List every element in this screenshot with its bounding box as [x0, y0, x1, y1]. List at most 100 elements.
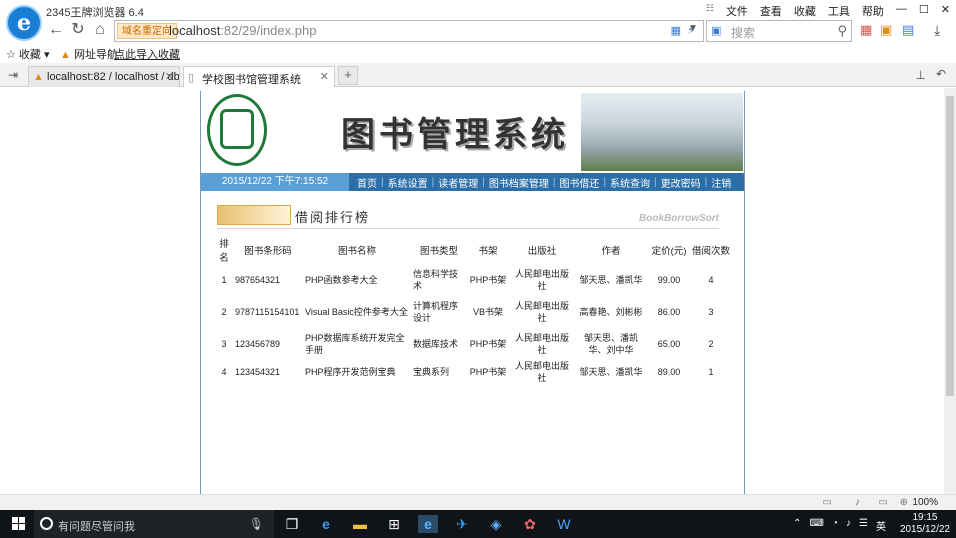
- site-nav-links: 首页 | 系统设置 | 读者管理 | 图书档案管理 | 图书借还 | 系统查询 | 更改密码…: [357, 175, 732, 190]
- browser-2345-icon[interactable]: e: [418, 515, 438, 533]
- tab-phpmyadmin[interactable]: ▲ localhost:82 / localhost / db ✕: [28, 66, 180, 87]
- cell-barcode: 987654321: [235, 275, 281, 285]
- sidebar-toggle-icon[interactable]: ⇥: [8, 68, 18, 82]
- new-tab-button[interactable]: +: [338, 66, 358, 85]
- download-icon[interactable]: ⤓: [934, 22, 940, 39]
- qr-icon[interactable]: ▦: [671, 24, 681, 37]
- cell-shelf: PHP书架: [469, 339, 507, 349]
- menu-view[interactable]: 查看: [760, 3, 782, 19]
- tab-list-icon[interactable]: ⊥: [916, 68, 926, 82]
- tab-strip: ⇥ ▲ localhost:82 / localhost / db ✕ ▯ 学校图…: [0, 63, 956, 87]
- menu-file[interactable]: 文件: [726, 3, 748, 19]
- store-icon[interactable]: ⊞: [384, 515, 404, 533]
- file-explorer-icon[interactable]: ▬: [350, 515, 370, 533]
- camera-icon[interactable]: ▭: [823, 497, 832, 508]
- cell-book-type: 数据库技术: [413, 339, 459, 349]
- zoom-in-icon[interactable]: ⊕: [900, 497, 908, 508]
- site-frame: 图书管理系统 2015/12/22 下午7:15:52 首页 | 系统设置 | 读者…: [200, 91, 745, 494]
- skin-icon[interactable]: ☷: [706, 3, 714, 19]
- maximize-icon[interactable]: ☐: [919, 3, 929, 19]
- cell-book-name: PHP数据库系统开发完全手册: [305, 333, 405, 355]
- tray-ime-icon[interactable]: ⌨: [810, 518, 824, 533]
- cortana-placeholder[interactable]: 有问题尽管问我: [58, 518, 135, 534]
- nav-system-query[interactable]: 系统查询: [610, 175, 650, 190]
- address-bar[interactable]: 域名重定向 localhost:82/29/index.php ▦ ⚡: [114, 20, 704, 42]
- clock-time: 19:15: [912, 512, 938, 523]
- search-box[interactable]: ▣ 搜索 ⚲: [706, 20, 852, 42]
- edge-icon[interactable]: e: [316, 515, 336, 533]
- network-icon[interactable]: ◔: [832, 518, 838, 533]
- cell-book-type: 信息科学技术: [413, 269, 459, 291]
- nav-logout[interactable]: 注销: [711, 175, 731, 190]
- system-tray: ⌃ ⌨ ◔ ♪ ☰ 英: [793, 518, 886, 533]
- notification-icon[interactable]: ☰: [859, 518, 868, 533]
- screenshot-icon[interactable]: ▣: [880, 22, 892, 38]
- address-url[interactable]: localhost:82/29/index.php: [169, 23, 316, 38]
- nav-reader-management[interactable]: 读者管理: [438, 175, 478, 190]
- tray-chevron-icon[interactable]: ⌃: [793, 518, 801, 533]
- volume-icon[interactable]: ♪: [846, 518, 851, 533]
- current-datetime: 2015/12/22 下午7:15:52: [201, 173, 349, 191]
- search-input[interactable]: 搜索: [731, 24, 755, 41]
- windows-start-icon[interactable]: [12, 517, 25, 530]
- col-publisher: 出版社: [527, 246, 557, 257]
- minimize-icon[interactable]: —: [896, 3, 907, 19]
- close-icon[interactable]: ✕: [941, 3, 950, 19]
- nav-system-settings[interactable]: 系统设置: [388, 175, 428, 190]
- wps-icon[interactable]: W: [554, 515, 574, 533]
- cortana-search[interactable]: 有问题尽管问我 🎙: [34, 510, 274, 538]
- scroll-thumb[interactable]: [946, 96, 954, 396]
- banner-title: 图书管理系统: [341, 115, 569, 155]
- menu-help[interactable]: 帮助: [862, 3, 884, 19]
- zoom-level[interactable]: 100%: [912, 497, 938, 508]
- tab-close-icon[interactable]: ✕: [165, 70, 174, 83]
- table-row: 2 9787115154101 Visual Basic控件参考大全 计算机程序…: [215, 296, 731, 328]
- col-borrow-count: 借阅次数: [691, 246, 730, 257]
- tab-library[interactable]: ▯ 学校图书馆管理系统 ✕: [183, 66, 335, 87]
- tab-close-icon[interactable]: ✕: [320, 70, 329, 83]
- nav-borrow-return[interactable]: 图书借还: [559, 175, 599, 190]
- redirect-badge[interactable]: 域名重定向: [117, 23, 177, 39]
- cell-book-name: PHP程序开发范例宝典: [305, 367, 396, 377]
- search-icon[interactable]: ⚲: [837, 23, 847, 39]
- cell-publisher: 人民邮电出版社: [514, 333, 569, 355]
- cell-price: 89.00: [657, 367, 681, 377]
- site-navbar: 2015/12/22 下午7:15:52 首页 | 系统设置 | 读者管理 | 图书档…: [201, 173, 744, 191]
- vertical-scrollbar[interactable]: [944, 88, 956, 494]
- search-engine-icon[interactable]: ▣: [711, 24, 721, 37]
- cell-rank: 3: [221, 339, 227, 349]
- undo-close-icon[interactable]: ↶: [936, 67, 946, 81]
- menu-favorites[interactable]: 收藏: [794, 3, 816, 19]
- refresh-icon[interactable]: ↻: [68, 20, 88, 40]
- home-icon[interactable]: ⌂: [90, 20, 110, 40]
- cell-shelf: VB书架: [472, 307, 503, 317]
- back-icon[interactable]: ←: [46, 20, 66, 40]
- microphone-icon[interactable]: 🎙: [249, 517, 264, 531]
- nav-icon: ▲: [60, 49, 71, 61]
- nav-book-archive[interactable]: 图书档案管理: [489, 175, 549, 190]
- tool-icon[interactable]: ✿: [520, 515, 540, 533]
- dropdown-icon[interactable]: ▼: [688, 23, 698, 34]
- tools-icon[interactable]: ▤: [902, 22, 914, 38]
- ime-indicator[interactable]: 英: [876, 518, 886, 533]
- table-header-row: 排名 图书条形码 图书名称 图书类型 书架 出版社 作者 定价(元) 借阅次数: [215, 236, 731, 264]
- feiq-icon[interactable]: ✈: [452, 515, 472, 533]
- app-icon[interactable]: ◈: [486, 515, 506, 533]
- window-mode-icon[interactable]: ▭: [879, 497, 888, 508]
- nav-home[interactable]: 首页: [357, 175, 377, 190]
- nav-change-password[interactable]: 更改密码: [661, 175, 701, 190]
- bookmark-import[interactable]: 点此导入收藏: [114, 46, 180, 62]
- cell-publisher: 人民邮电出版社: [514, 361, 569, 383]
- cell-rank: 4: [221, 367, 227, 377]
- university-seal-icon: [207, 94, 267, 166]
- page-viewport: 图书管理系统 2015/12/22 下午7:15:52 首页 | 系统设置 | 读者…: [0, 88, 944, 494]
- bookmark-nav[interactable]: ▲ 网址导航: [60, 46, 118, 62]
- cell-barcode: 123456789: [235, 339, 281, 349]
- task-view-icon[interactable]: ❐: [282, 515, 302, 533]
- menu-tools[interactable]: 工具: [828, 3, 850, 19]
- system-clock[interactable]: 19:15 2015/12/22: [900, 512, 950, 536]
- site-banner: 图书管理系统: [201, 91, 744, 173]
- apps-icon[interactable]: ▦: [860, 22, 872, 38]
- sound-icon[interactable]: ♪: [855, 497, 860, 508]
- favorites-button[interactable]: ☆ 收藏 ▾: [6, 46, 50, 62]
